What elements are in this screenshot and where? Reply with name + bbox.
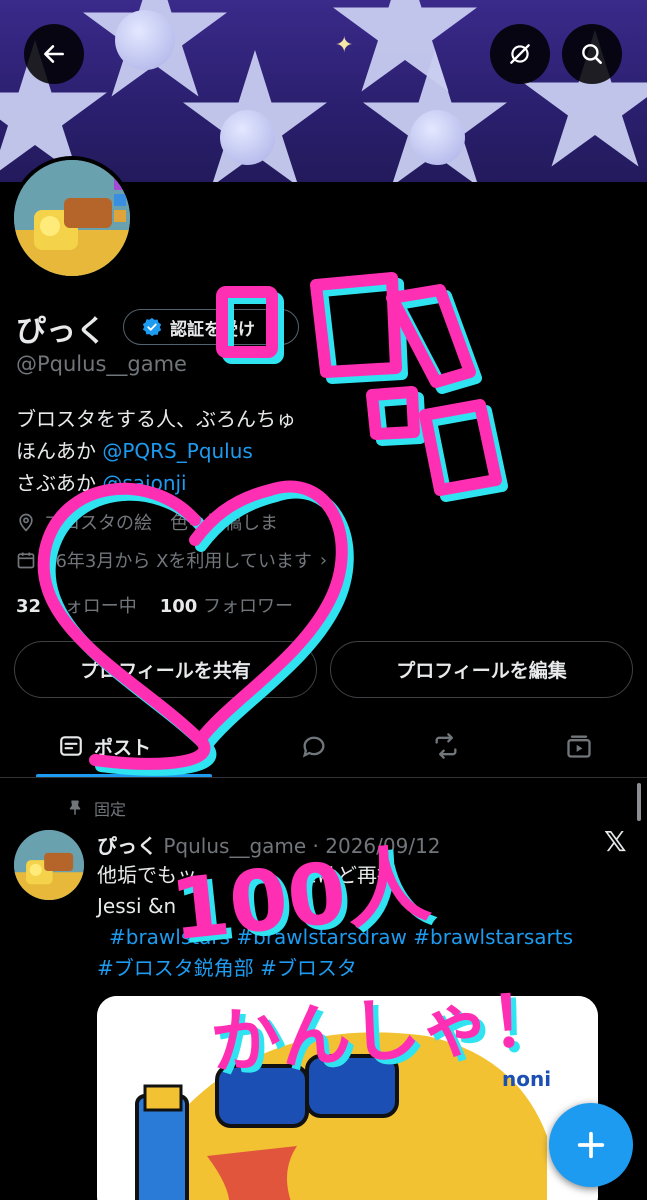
joined-text: 26年3月から Xを利用しています (44, 551, 312, 572)
get-verified-button[interactable]: 認証を受け (123, 309, 299, 345)
avatar[interactable] (10, 156, 134, 280)
edit-profile-button[interactable]: プロフィールを編集 (330, 641, 633, 698)
profile-handle: @Pqulus__game (16, 352, 187, 376)
svg-text:noni: noni (502, 1067, 551, 1091)
arrow-left-icon (44, 45, 64, 63)
followers-link[interactable]: 100 フォロワー (160, 596, 293, 617)
x-logo-icon: 𝕏 (604, 825, 627, 858)
follow-stats: 32 フォロー中 100 フォロワー (16, 592, 293, 618)
banner-bubble (115, 10, 175, 70)
pinned-label: 固定 (94, 800, 127, 819)
search-icon (582, 44, 602, 64)
back-button[interactable] (24, 24, 84, 84)
compose-button[interactable] (549, 1103, 633, 1187)
reply-icon (302, 736, 325, 758)
bio-link-sub-account[interactable]: @saionji (102, 471, 186, 495)
bio-line: さぶあか @saionji (16, 467, 296, 499)
media-icon (567, 735, 591, 758)
search-button[interactable] (562, 24, 622, 84)
tab-media[interactable] (564, 718, 594, 774)
followers-label: フォロワー (203, 596, 293, 617)
share-profile-button[interactable]: プロフィールを共有 (14, 641, 317, 698)
profile-tabs: ポスト (0, 718, 647, 778)
location-pin-icon (19, 513, 33, 532)
post-avatar[interactable] (14, 830, 84, 900)
profile-name: ぴっく (16, 314, 106, 349)
profile-location: ブロスタの絵 色々投稿しま (16, 509, 278, 535)
location-text: ブロスタの絵 色々投稿しま (44, 513, 278, 534)
profile-banner[interactable]: ✦ (0, 0, 647, 182)
pinned-indicator: 固定 (66, 796, 126, 820)
bio-text: さぶあか (16, 471, 103, 495)
post-tab-icon (60, 736, 82, 756)
verify-label: 認証を受け (170, 319, 255, 340)
calendar-icon (17, 552, 35, 569)
chevron-right-icon: › (319, 549, 328, 571)
filter-button[interactable] (490, 24, 550, 84)
following-count: 32 (16, 596, 42, 617)
plus-icon (577, 1131, 605, 1159)
avatar-image (14, 160, 130, 276)
following-link[interactable]: 32 フォロー中 (16, 596, 137, 617)
banner-bubble (410, 110, 465, 165)
bio-line: ほんあか @PQRS_Pqulus (16, 435, 296, 467)
sparkle-icon: ✦ (335, 33, 354, 58)
repost-icon (435, 733, 457, 759)
bio-link-main-account[interactable]: @PQRS_Pqulus (102, 439, 252, 463)
profile-joined[interactable]: 26年3月から Xを利用しています › (16, 547, 327, 573)
post-author[interactable]: ぴっく (97, 834, 157, 858)
eye-slash-icon (510, 44, 530, 64)
avatar-image (14, 830, 84, 900)
bio-line: ブロスタをする人、ぶろんちゅ (16, 407, 296, 431)
tab-posts-label: ポスト (94, 736, 152, 759)
verified-badge-icon (142, 317, 162, 337)
bio-text: ほんあか (16, 439, 103, 463)
tab-posts[interactable]: ポスト (58, 718, 151, 774)
followers-count: 100 (159, 596, 198, 617)
tab-replies[interactable] (300, 718, 328, 774)
pin-icon (69, 800, 81, 815)
profile-bio: ブロスタをする人、ぶろんちゅ ほんあか @PQRS_Pqulus さぶあか @s… (16, 403, 296, 499)
divider (0, 777, 647, 778)
banner-bubble (220, 110, 275, 165)
following-label: フォロー中 (46, 596, 137, 617)
tab-reposts[interactable] (430, 718, 462, 774)
scrollbar[interactable] (637, 783, 641, 821)
